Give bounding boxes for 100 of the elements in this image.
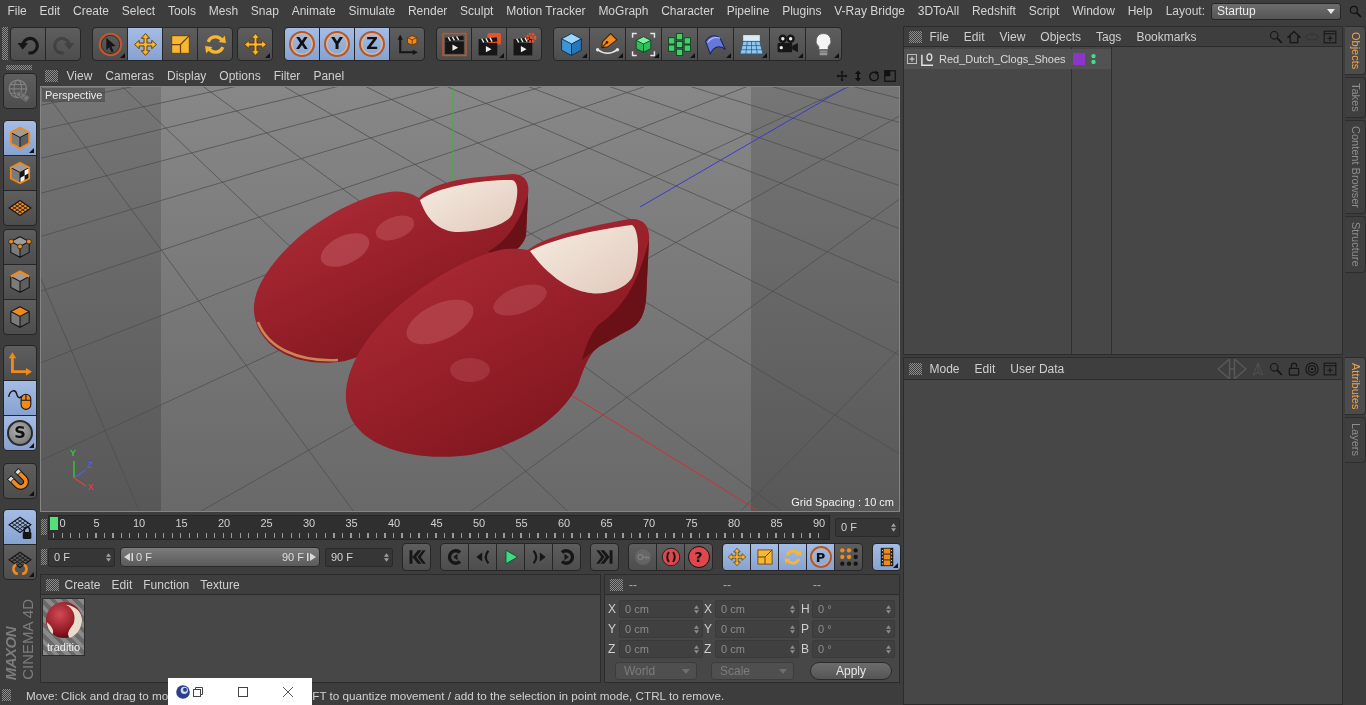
grip-icon[interactable] bbox=[2, 27, 8, 60]
menu-item[interactable]: Script bbox=[1022, 0, 1066, 22]
menu-item[interactable]: Mode bbox=[922, 361, 968, 376]
grip-icon[interactable] bbox=[2, 689, 11, 701]
spinner-icon[interactable] bbox=[384, 552, 389, 562]
edges-mode-button[interactable] bbox=[3, 264, 37, 300]
menu-item[interactable]: Bookmarks bbox=[1128, 29, 1204, 44]
grip-icon[interactable] bbox=[6, 65, 32, 70]
menu-item[interactable]: Cameras bbox=[98, 69, 161, 83]
menu-item[interactable]: Simulate bbox=[342, 0, 402, 22]
render-settings-button[interactable] bbox=[506, 27, 542, 61]
polygons-mode-button[interactable] bbox=[3, 299, 37, 335]
next-key-button[interactable] bbox=[552, 543, 581, 571]
magnet-button[interactable] bbox=[3, 463, 37, 499]
menu-item[interactable]: View bbox=[992, 29, 1033, 44]
move-tool-button[interactable] bbox=[127, 27, 163, 61]
grip-icon[interactable] bbox=[909, 362, 922, 375]
menu-item[interactable]: Texture bbox=[194, 577, 246, 592]
menu-item[interactable]: Options bbox=[212, 69, 268, 83]
menu-item[interactable]: View bbox=[60, 69, 99, 83]
scale-tool-button[interactable] bbox=[162, 27, 198, 61]
timeline-button[interactable] bbox=[872, 543, 901, 571]
menu-item[interactable]: Tags bbox=[1088, 29, 1129, 44]
viewport-canvas[interactable]: Perspective Y Z X Grid Spacing : 10 cm bbox=[40, 86, 900, 512]
menu-item[interactable]: Create bbox=[59, 577, 107, 592]
menu-item[interactable]: Pipeline bbox=[720, 0, 776, 22]
menu-item[interactable]: Display bbox=[160, 69, 213, 83]
render-view-button[interactable] bbox=[436, 27, 472, 61]
lock-workplane-button[interactable] bbox=[3, 509, 37, 545]
menu-item[interactable]: Help bbox=[1121, 0, 1159, 22]
menu-item[interactable]: User Data bbox=[1002, 361, 1072, 376]
right-arrow-icon[interactable] bbox=[307, 553, 316, 561]
menu-item[interactable]: Function bbox=[137, 577, 195, 592]
workplane-mode-button[interactable] bbox=[3, 190, 37, 226]
points-mode-button[interactable] bbox=[3, 229, 37, 265]
menu-item[interactable]: V-Ray Bridge bbox=[827, 0, 912, 22]
timeline-ruler[interactable]: 0 5 10 15 20 25 30 35 40 45 50 55 60 65 70 75 80 85 90 bbox=[48, 514, 830, 540]
floor-object-button[interactable] bbox=[733, 27, 770, 61]
camera-object-button[interactable] bbox=[769, 27, 806, 61]
grip-icon[interactable] bbox=[909, 30, 922, 43]
menu-item[interactable]: Plugins bbox=[775, 0, 828, 22]
menu-item[interactable]: Edit bbox=[967, 361, 1003, 376]
go-to-start-button[interactable] bbox=[402, 543, 431, 571]
render-picture-viewer-button[interactable] bbox=[471, 27, 507, 61]
grip-icon[interactable] bbox=[41, 549, 47, 565]
menu-item[interactable]: Edit bbox=[106, 577, 138, 592]
undo-button[interactable] bbox=[10, 27, 46, 61]
previous-key-button[interactable] bbox=[440, 543, 469, 571]
menu-item[interactable]: Animate bbox=[285, 0, 343, 22]
menu-item[interactable]: Character bbox=[654, 0, 721, 22]
restore-icon[interactable] bbox=[193, 686, 204, 697]
menu-item[interactable]: Objects bbox=[1032, 29, 1089, 44]
rotate-tool-button[interactable] bbox=[197, 27, 233, 61]
deformer-button[interactable] bbox=[697, 27, 734, 61]
menu-item[interactable]: File bbox=[922, 29, 957, 44]
menu-item[interactable]: Select bbox=[115, 0, 162, 22]
subdivision-button[interactable] bbox=[625, 27, 662, 61]
menu-item[interactable]: Edit bbox=[956, 29, 993, 44]
spinner-icon[interactable] bbox=[106, 552, 111, 562]
coordinate-system-button[interactable] bbox=[389, 27, 425, 61]
menu-item[interactable]: Tools bbox=[161, 0, 203, 22]
maximize-icon[interactable] bbox=[238, 686, 249, 697]
close-icon[interactable] bbox=[283, 686, 294, 697]
texture-mode-button[interactable] bbox=[3, 155, 37, 191]
scale-tool-button[interactable] bbox=[750, 543, 779, 571]
axis-lock-button[interactable]: Y bbox=[319, 27, 355, 61]
menu-item[interactable]: Motion Tracker bbox=[499, 0, 592, 22]
live-selection-button[interactable] bbox=[92, 27, 128, 61]
menu-item[interactable]: Edit bbox=[33, 0, 67, 22]
grip-icon[interactable] bbox=[41, 519, 47, 535]
layout-dropdown[interactable]: Startup bbox=[1211, 2, 1341, 20]
go-to-end-button[interactable] bbox=[590, 543, 619, 571]
menu-item[interactable]: Window bbox=[1065, 0, 1122, 22]
visibility-dots-icon[interactable] bbox=[1091, 53, 1096, 65]
grip-icon[interactable] bbox=[45, 70, 58, 82]
material-tile[interactable]: traditio bbox=[42, 598, 85, 656]
rotate-tool-button[interactable] bbox=[778, 543, 807, 571]
axis-lock-button[interactable]: Z bbox=[354, 27, 390, 61]
menu-item[interactable]: Mesh bbox=[202, 0, 245, 22]
left-arrow-icon[interactable] bbox=[124, 553, 133, 561]
start-frame-field[interactable]: 0 F bbox=[48, 547, 115, 567]
menu-item[interactable]: Panel bbox=[306, 69, 351, 83]
end-frame-field[interactable]: 90 F bbox=[325, 547, 393, 567]
menu-item[interactable]: MoGraph bbox=[592, 0, 655, 22]
workplane-rotate-button[interactable] bbox=[3, 544, 37, 580]
menu-item[interactable]: Filter bbox=[267, 69, 307, 83]
parameter-key-button[interactable]: P bbox=[806, 543, 835, 571]
move-tool-button[interactable] bbox=[722, 543, 751, 571]
grip-icon[interactable] bbox=[46, 578, 59, 591]
menu-item[interactable]: Sculpt bbox=[453, 0, 500, 22]
menu-item[interactable]: Redshift bbox=[965, 0, 1023, 22]
object-row[interactable]: Red_Dutch_Clogs_Shoes bbox=[904, 49, 1111, 69]
side-tab[interactable]: Attributes bbox=[1345, 357, 1366, 416]
play-button[interactable] bbox=[496, 543, 525, 571]
tweak-mode-button[interactable] bbox=[3, 380, 37, 416]
layer-color-swatch[interactable] bbox=[1073, 53, 1085, 65]
object-mode-button[interactable] bbox=[3, 120, 37, 156]
current-frame-field[interactable]: 0 F bbox=[835, 517, 900, 537]
side-tab[interactable]: Objects bbox=[1345, 26, 1366, 76]
grip-icon[interactable] bbox=[610, 578, 623, 591]
